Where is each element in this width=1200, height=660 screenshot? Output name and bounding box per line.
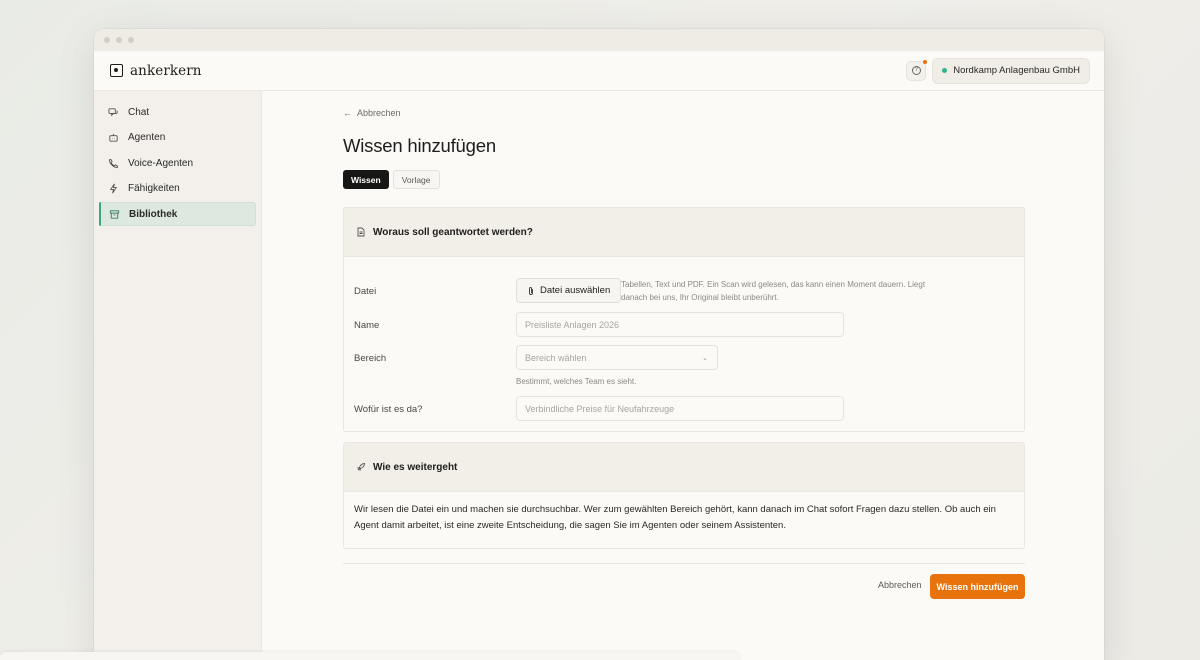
next-steps-header: Wie es weitergeht xyxy=(344,443,1024,492)
help-button[interactable]: ? xyxy=(906,59,928,81)
next-steps-text: Wir lesen die Datei ein und machen sie d… xyxy=(354,504,996,531)
page-title: Wissen hinzufügen xyxy=(343,135,496,156)
logo-icon xyxy=(110,64,123,77)
area-select-placeholder: Bereich wählen xyxy=(525,352,587,363)
name-label: Name xyxy=(354,320,380,331)
chevron-down-icon: ⌄ xyxy=(702,354,708,362)
tab-vorlage[interactable]: Vorlage xyxy=(392,170,440,189)
window-minimize-dot[interactable] xyxy=(116,37,122,43)
main-content: ← Abbrechen Wissen hinzufügen Wissen Vor… xyxy=(262,91,1104,660)
sidebar-item-chat[interactable]: Chat xyxy=(99,100,256,124)
sidebar-item-label: Agenten xyxy=(128,132,166,143)
archive-icon xyxy=(109,209,120,219)
tab-wissen[interactable]: Wissen xyxy=(343,170,389,189)
name-input[interactable]: Preisliste Anlagen 2026 xyxy=(516,312,844,337)
chat-icon xyxy=(108,107,118,116)
source-card-header: Woraus soll geantwortet werden? xyxy=(344,208,1024,257)
purpose-label: Wofür ist es da? xyxy=(354,404,423,415)
bolt-icon xyxy=(109,183,118,194)
tab-bar: Wissen Vorlage xyxy=(343,170,440,189)
cancel-button[interactable]: Abbrechen xyxy=(878,580,922,590)
area-label: Bereich xyxy=(354,353,387,364)
window-close-dot[interactable] xyxy=(104,37,110,43)
source-card: Woraus soll geantwortet werden? Datei Da… xyxy=(343,207,1025,432)
window-maximize-dot[interactable] xyxy=(128,37,134,43)
org-name: Nordkamp Anlagenbau GmbH xyxy=(953,65,1080,76)
sidebar-item-agenten[interactable]: Agenten xyxy=(99,126,256,150)
sidebar-item-label: Fähigkeiten xyxy=(128,183,180,194)
purpose-input[interactable]: Verbindliche Preise für Neufahrzeuge xyxy=(516,396,844,421)
paperclip-icon xyxy=(529,286,533,295)
top-bar: ankerkern ? Nordkamp Anlagenbau GmbH xyxy=(94,51,1104,91)
file-help-text: Tabellen, Text und PDF. Ein Scan wird ge… xyxy=(621,280,926,302)
title-bar xyxy=(94,29,1104,51)
logo-text: ankerkern xyxy=(130,62,202,79)
sidebar: Chat Agenten Voice-Agenten Fähigkeiten B… xyxy=(94,91,262,660)
area-hint: Bestimmt, welches Team es sieht. xyxy=(516,377,637,386)
sidebar-item-label: Chat xyxy=(128,106,150,118)
next-steps-title: Wie es weitergeht xyxy=(373,461,458,473)
top-right-actions: ? Nordkamp Anlagenbau GmbH xyxy=(906,57,1090,84)
source-card-title: Woraus soll geantwortet werden? xyxy=(373,226,533,238)
sidebar-item-voice-agenten[interactable]: Voice-Agenten xyxy=(99,151,256,175)
add-knowledge-button[interactable]: Wissen hinzufügen xyxy=(930,574,1025,599)
sidebar-item-bibliothek[interactable]: Bibliothek xyxy=(99,202,256,226)
org-status-dot xyxy=(942,68,948,73)
notification-dot xyxy=(923,59,928,64)
phone-icon xyxy=(108,158,119,168)
sidebar-item-faehigkeiten[interactable]: Fähigkeiten xyxy=(99,177,256,201)
back-link[interactable]: ← Abbrechen xyxy=(343,108,401,118)
back-link-label: Abbrechen xyxy=(357,108,401,118)
arrow-left-icon: ← xyxy=(343,108,352,118)
sidebar-item-label: Bibliothek xyxy=(129,208,178,220)
footer-divider xyxy=(343,563,1025,564)
file-label: Datei xyxy=(354,286,377,297)
document-icon xyxy=(357,227,365,237)
bottom-sheet-edge xyxy=(0,652,740,660)
file-select-button[interactable]: Datei auswählen xyxy=(516,278,622,303)
purpose-input-placeholder: Verbindliche Preise für Neufahrzeuge xyxy=(525,403,675,414)
sidebar-item-label: Voice-Agenten xyxy=(128,157,194,169)
name-input-placeholder: Preisliste Anlagen 2026 xyxy=(525,319,620,330)
organization-switcher[interactable]: Nordkamp Anlagenbau GmbH xyxy=(932,57,1090,84)
rocket-icon xyxy=(356,463,365,472)
next-steps-card: Wie es weitergeht Wir lesen die Datei ei… xyxy=(343,442,1025,549)
robot-icon xyxy=(109,133,118,142)
area-select[interactable]: Bereich wählen ⌄ xyxy=(516,345,718,370)
logo[interactable]: ankerkern xyxy=(110,63,202,79)
help-icon: ? xyxy=(911,66,921,75)
app-window: ankerkern ? Nordkamp Anlagenbau GmbH Cha… xyxy=(94,29,1104,660)
file-select-label: Datei auswählen xyxy=(540,285,611,296)
